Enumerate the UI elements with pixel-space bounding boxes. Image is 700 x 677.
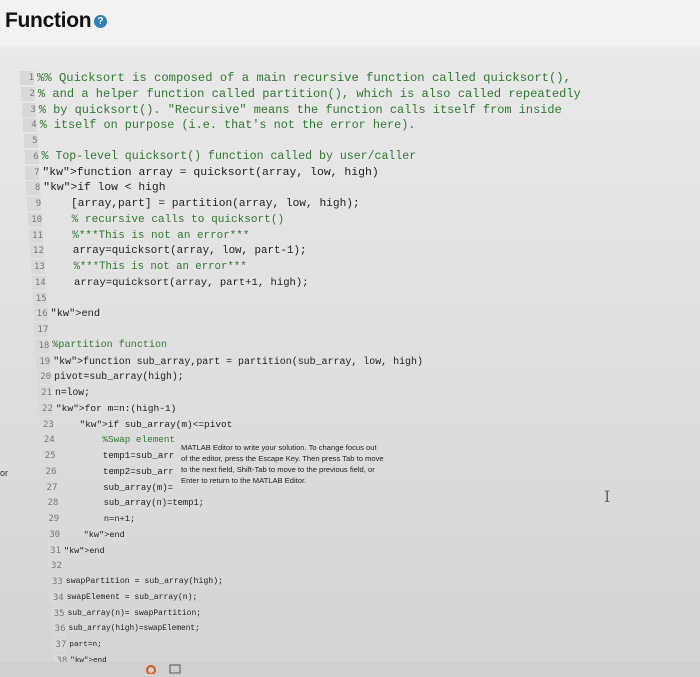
code-line[interactable]: sub_array(m)= [60,480,173,496]
code-line[interactable]: "kw">if sub_array(m)<=pivot [57,417,232,433]
line-number: 29 [45,512,60,526]
code-line[interactable]: % itself on purpose (i.e. that's not the… [40,117,416,133]
line-number: 30 [46,527,61,542]
code-line[interactable]: "kw">for m=n:(high-1) [56,401,177,417]
code-line[interactable]: temp2=sub_arr [60,464,174,480]
line-number: 33 [48,575,63,589]
line-number: 34 [49,590,64,605]
question-circle-icon[interactable]: ? [94,15,107,28]
line-number: 15 [32,291,47,306]
code-line[interactable]: % recursive calls to quicksort() [45,212,284,228]
line-number: 19 [36,354,51,369]
code-line[interactable]: %% Quicksort is composed of a main recur… [37,70,571,86]
line-number: 26 [42,464,57,479]
refresh-icon[interactable] [145,664,157,674]
line-number: 11 [29,228,43,243]
code-line[interactable]: "kw">function sub_array,part = partition… [53,354,423,370]
line-number: 5 [23,134,38,148]
editor-tooltip: MATLAB Editor to write your solution. To… [181,443,384,485]
code-line[interactable]: "kw">end [51,306,101,322]
line-number: 4 [22,118,37,133]
code-line[interactable]: swapElement = sub_array(n); [67,590,198,606]
line-number: 16 [33,307,48,322]
code-editor[interactable]: 1%% Quicksort is composed of a main recu… [0,48,700,673]
line-number: 24 [40,433,55,448]
line-number: 28 [44,496,59,511]
code-line[interactable]: "kw">function array = quicksort(array, l… [42,165,378,181]
line-number: 36 [51,622,66,637]
bottom-toolbar [0,662,700,677]
line-number: 8 [26,181,41,196]
text-cursor-icon: I [604,487,611,506]
line-number: 9 [27,197,42,211]
line-number: 32 [47,559,62,574]
line-number: 23 [39,417,54,432]
code-line[interactable]: sub_array(n)= swapPartition; [68,606,201,622]
code-line[interactable]: % by quicksort(). "Recursive" means the … [39,102,562,118]
line-number: 18 [35,338,50,353]
line-number: 3 [21,102,36,117]
line-number: 31 [47,543,61,558]
code-line[interactable]: array=quicksort(array, low, part-1); [47,243,307,259]
window-icon[interactable] [169,664,181,674]
code-line[interactable]: %partition function [52,338,167,354]
code-line[interactable]: %***This is not an error*** [48,259,246,275]
line-number: 17 [34,323,49,337]
line-number: 14 [31,275,46,290]
line-number: 7 [25,165,40,180]
code-line[interactable]: swapPartition = sub_array(high); [66,574,223,590]
code-line[interactable]: %***This is not an error*** [46,228,249,244]
line-number: 10 [28,212,43,227]
code-line[interactable]: array=quicksort(array, part+1, high); [49,275,309,291]
line-number: 22 [38,401,53,416]
code-line[interactable]: "kw">end [64,543,105,559]
line-number: 20 [37,370,52,385]
code-line[interactable]: [array,part] = partition(array, low, hig… [44,196,360,212]
code-line[interactable]: %Swap element [58,432,175,448]
code-line[interactable]: n=low; [55,385,90,401]
line-number: 12 [29,244,44,259]
code-line[interactable]: "kw">end [63,527,125,543]
code-line[interactable]: sub_array(high)=swapElement; [69,621,200,637]
code-line[interactable]: n=n+1; [62,511,135,527]
line-number: 2 [20,86,35,101]
code-line[interactable]: % and a helper function called partition… [38,86,581,102]
line-number: 13 [30,260,45,274]
code-line[interactable]: % Top-level quicksort() function called … [42,149,417,165]
line-number: 21 [38,386,52,400]
line-number: 25 [41,449,56,463]
code-line[interactable]: "kw">if low < high [43,180,165,196]
cut-off-text: or [0,468,9,478]
code-line[interactable]: pivot=sub_array(high); [54,369,184,385]
code-line[interactable]: part=n; [69,637,101,653]
line-number: 27 [43,480,58,495]
line-number: 37 [52,638,67,652]
line-number: 6 [24,149,39,164]
header-bar: Function ? [0,0,700,46]
line-number: 1 [20,71,34,85]
code-line[interactable]: temp1=sub_arr [59,448,175,464]
line-number: 35 [50,606,65,621]
page-title: Function [5,9,92,32]
